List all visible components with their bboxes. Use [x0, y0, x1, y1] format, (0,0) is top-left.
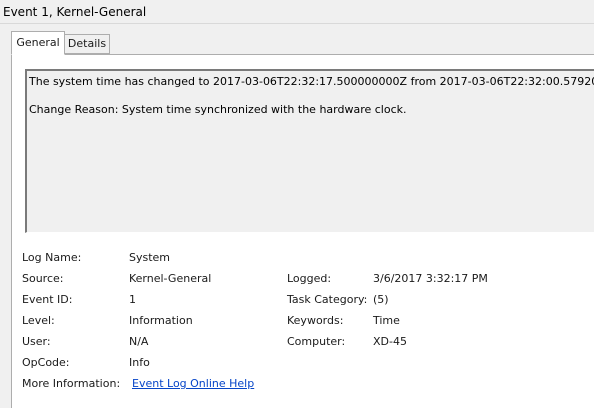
source-value: Kernel-General [129, 272, 212, 285]
keywords-value: Time [373, 314, 400, 327]
task-category-value: (5) [373, 293, 389, 306]
event-id-value: 1 [129, 293, 136, 306]
window-titlebar: Event 1, Kernel-General [0, 0, 594, 24]
event-properties-panel: General Details The system time has chan… [0, 24, 594, 408]
user-label: User: [22, 335, 51, 348]
logged-label: Logged: [287, 272, 332, 285]
source-label: Source: [22, 272, 64, 285]
level-value: Information [129, 314, 193, 327]
more-information-label: More Information: [22, 377, 121, 390]
description-line: Change Reason: System time synchronized … [29, 103, 407, 116]
event-description-box[interactable]: The system time has changed to 2017-03-0… [25, 69, 594, 233]
task-category-label: Task Category: [287, 293, 368, 306]
user-value: N/A [129, 335, 149, 348]
opcode-label: OpCode: [22, 356, 70, 369]
event-log-online-help-link[interactable]: Event Log Online Help [132, 377, 254, 390]
window-title: Event 1, Kernel-General [3, 5, 147, 19]
tab-general[interactable]: General [11, 31, 65, 55]
keywords-label: Keywords: [287, 314, 344, 327]
description-line: The system time has changed to 2017-03-0… [29, 75, 594, 88]
tab-details[interactable]: Details [64, 34, 110, 54]
log-name-label: Log Name: [22, 251, 82, 264]
general-tab-content: The system time has changed to 2017-03-0… [11, 54, 594, 408]
log-name-value: System [129, 251, 171, 264]
event-id-label: Event ID: [22, 293, 73, 306]
computer-value: XD-45 [373, 335, 407, 348]
computer-label: Computer: [287, 335, 346, 348]
logged-value: 3/6/2017 3:32:17 PM [373, 272, 488, 285]
opcode-value: Info [129, 356, 150, 369]
level-label: Level: [22, 314, 55, 327]
